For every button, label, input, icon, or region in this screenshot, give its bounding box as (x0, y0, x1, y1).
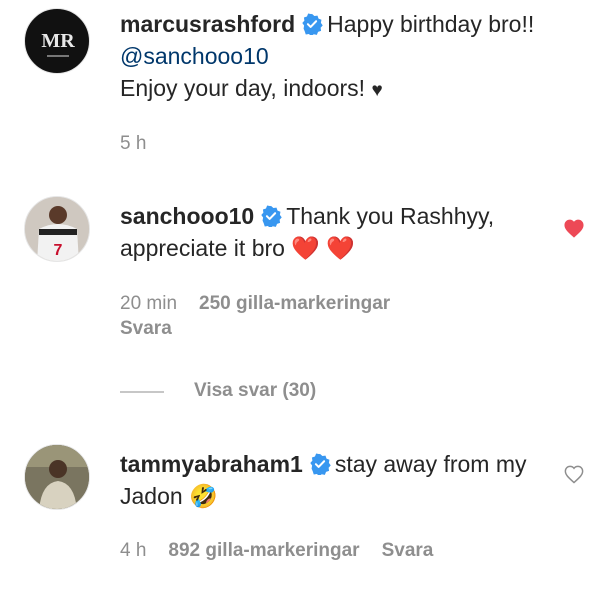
likes-count[interactable]: 892 gilla-markeringar (168, 540, 359, 561)
username[interactable]: sanchooo10 (120, 203, 254, 229)
like-button-liked[interactable] (563, 218, 585, 238)
verified-badge-icon (310, 453, 331, 475)
reply-button[interactable]: Svara (120, 318, 172, 339)
timestamp: 4 h (120, 540, 147, 561)
person-photo-icon (25, 445, 89, 509)
like-button[interactable] (563, 464, 585, 484)
comment-text: sanchooo10 Thank you Rashhyy, appreciate … (120, 203, 495, 261)
view-replies-label: Visa svar (30) (194, 380, 317, 401)
reply-row: Svara (120, 316, 194, 342)
mention-link[interactable]: @sanchooo10 (120, 43, 269, 69)
comment-text: tammyabraham1 stay away from my Jadon 🤣 (120, 451, 527, 509)
jersey-photo-icon: 7 (25, 197, 89, 261)
timestamp: 5 h (120, 133, 147, 154)
red-heart-emoji-icon: ❤️ ❤️ (291, 235, 355, 261)
avatar-tammyabraham1[interactable] (24, 444, 90, 510)
username[interactable]: tammyabraham1 (120, 451, 303, 477)
avatar-sanchooo10[interactable]: 7 (24, 196, 90, 262)
mr-logo-icon: MR (41, 30, 75, 57)
heart-outline-icon (564, 465, 584, 484)
laughing-emoji-icon: 🤣 (189, 483, 218, 509)
heart-icon (564, 219, 584, 238)
comment-meta: 4 h 892 gilla-markeringar Svara (120, 538, 455, 564)
comment-meta: 5 h (120, 131, 168, 157)
username[interactable]: marcusrashford (120, 11, 295, 37)
comment-meta: 20 min 250 gilla-markeringar (120, 291, 412, 317)
divider-line (120, 391, 164, 393)
verified-badge-icon (302, 13, 323, 35)
verified-badge-icon (261, 205, 282, 227)
timestamp: 20 min (120, 293, 178, 314)
svg-text:7: 7 (54, 242, 63, 259)
svg-text:MR: MR (41, 30, 75, 52)
black-heart-icon: ♥ (371, 80, 383, 101)
comment-text: marcusrashford Happy birthday bro!! @sanc… (120, 11, 535, 101)
likes-count[interactable]: 250 gilla-markeringar (199, 293, 390, 314)
reply-button[interactable]: Svara (382, 540, 434, 561)
avatar-marcusrashford[interactable]: MR (24, 8, 90, 74)
